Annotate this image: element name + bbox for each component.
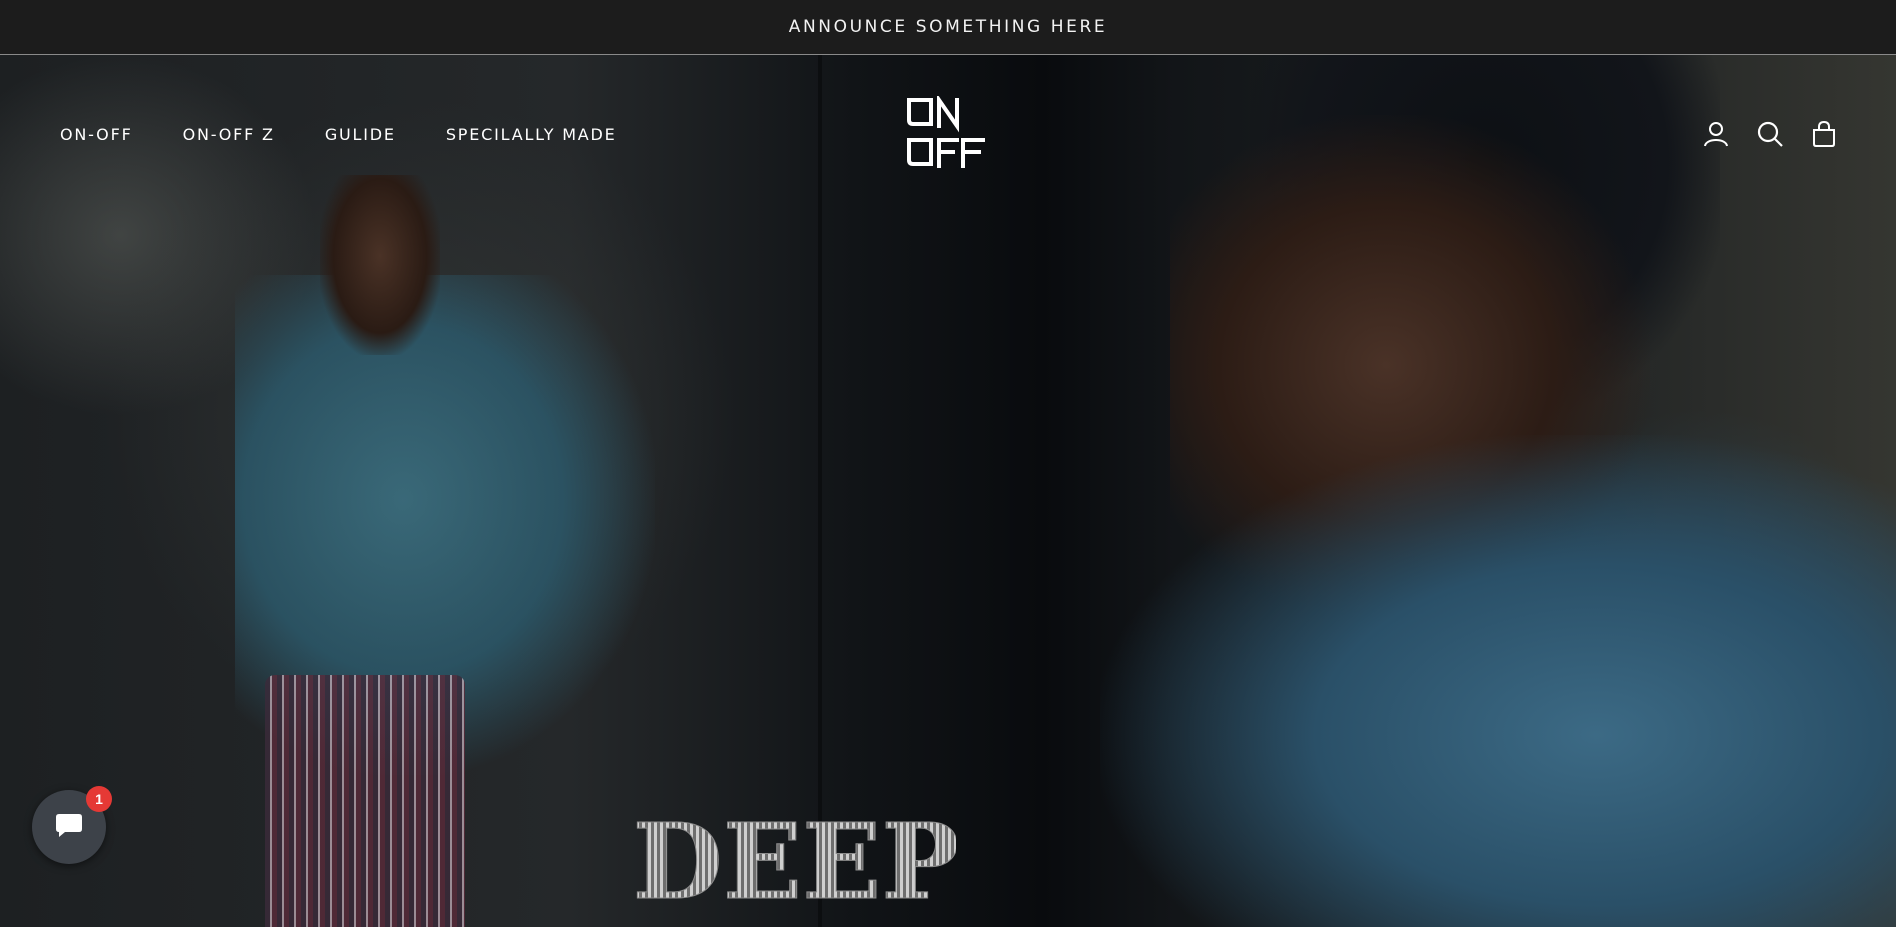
hero-photo-right-shirt [1100, 435, 1896, 927]
hero-headline-text: DEEP [636, 812, 956, 904]
nav-link-gulide[interactable]: GULIDE [325, 125, 396, 144]
hero-banner[interactable] [0, 55, 1896, 927]
hero-photo-divider [818, 55, 822, 927]
hero-photo-left-face [320, 175, 440, 355]
brand-logo[interactable] [905, 93, 995, 176]
header-icons [1702, 120, 1838, 148]
nav-link-on-off[interactable]: ON-OFF [60, 125, 133, 144]
account-icon[interactable] [1702, 120, 1730, 148]
announcement-text: ANNOUNCE SOMETHING HERE [788, 17, 1108, 37]
announcement-bar: ANNOUNCE SOMETHING HERE [0, 0, 1896, 55]
main-nav: ON-OFF ON-OFF Z GULIDE SPECILALLY MADE [60, 125, 617, 144]
nav-link-specilally-made[interactable]: SPECILALLY MADE [446, 125, 617, 144]
hero-headline: DEEP [632, 800, 960, 924]
shopping-bag-icon[interactable] [1810, 120, 1838, 148]
chat-icon [54, 811, 84, 844]
search-icon[interactable] [1756, 120, 1784, 148]
nav-link-on-off-z[interactable]: ON-OFF Z [183, 125, 275, 144]
brand-logo-mark [907, 93, 985, 168]
chat-notification-badge: 1 [86, 786, 112, 812]
hero-photo-left-pants [265, 675, 465, 927]
